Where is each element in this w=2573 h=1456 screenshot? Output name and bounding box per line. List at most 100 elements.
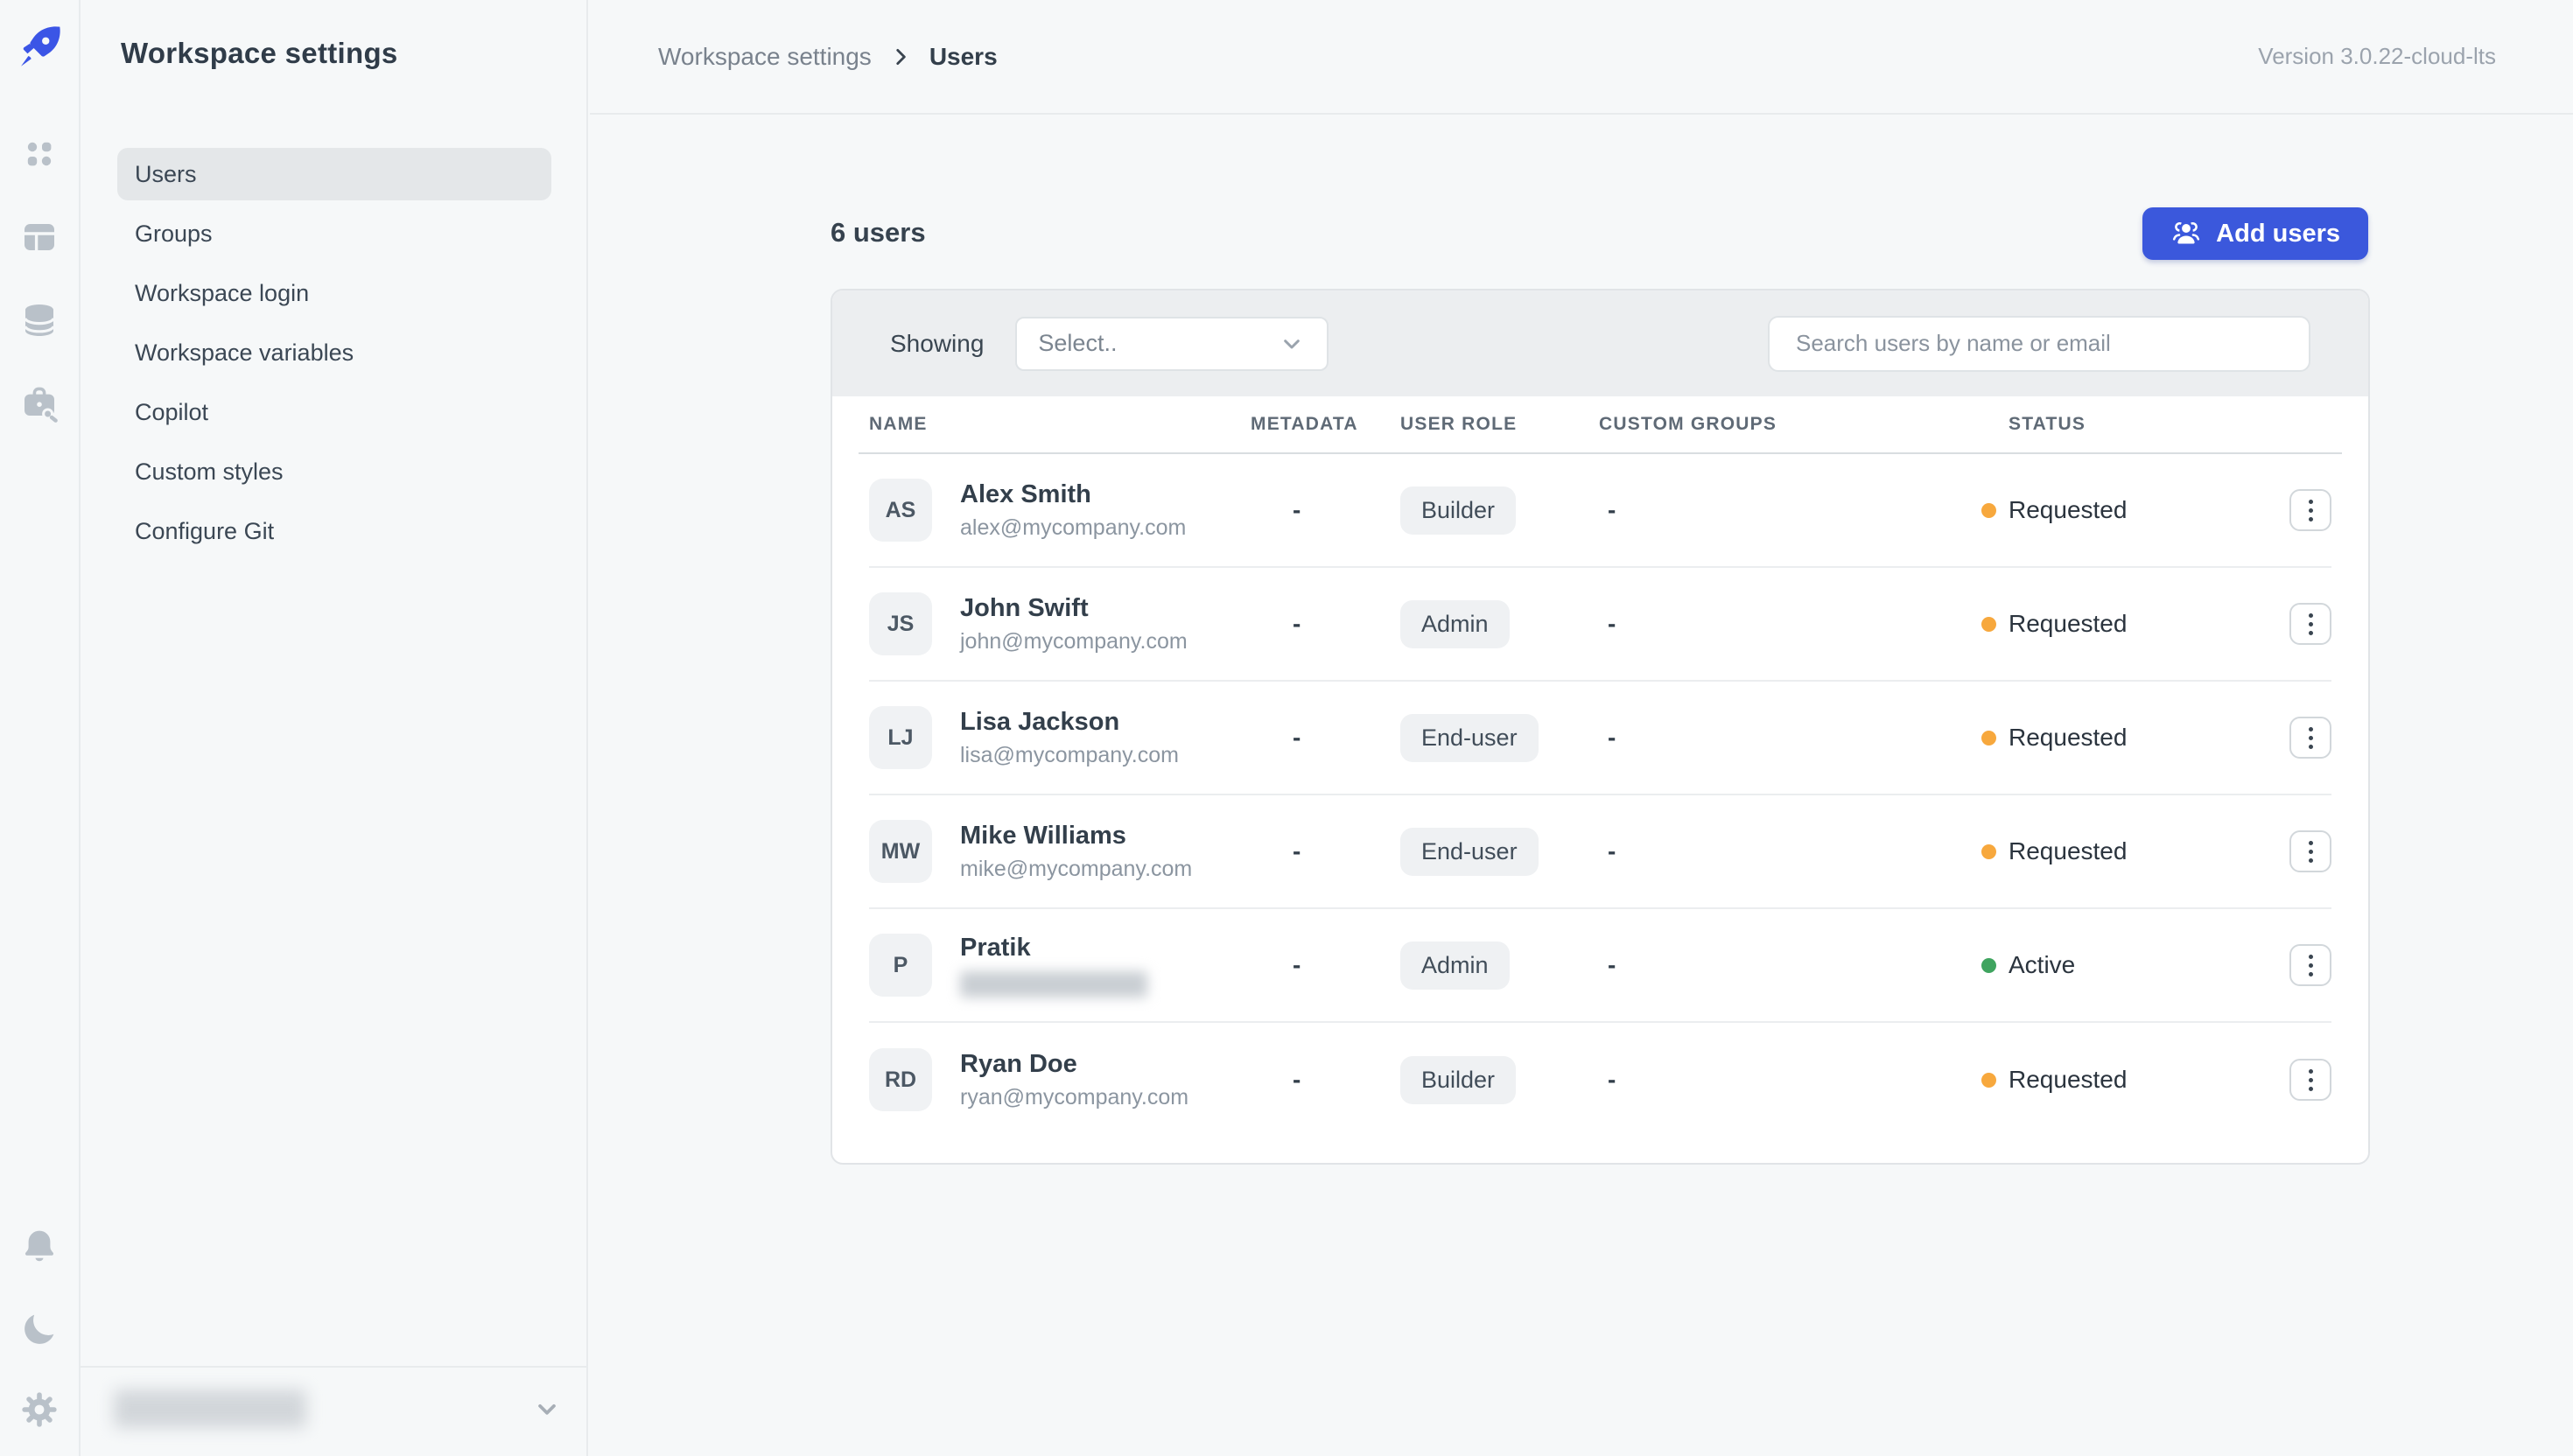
sidebar-item-workspace-variables[interactable]: Workspace variables bbox=[117, 326, 551, 379]
chevron-down-icon bbox=[538, 1404, 556, 1415]
avatar: P bbox=[869, 934, 932, 997]
metadata-value: - bbox=[1293, 951, 1301, 978]
table-row: RD Ryan Doe ryan@mycompany.com - Builder… bbox=[869, 1023, 2331, 1137]
breadcrumb: Workspace settings Users bbox=[658, 0, 998, 113]
user-email: ryan@mycompany.com bbox=[960, 1084, 1189, 1110]
search-users-input[interactable] bbox=[1768, 315, 2310, 372]
avatar: AS bbox=[869, 479, 932, 542]
role-badge: End-user bbox=[1400, 713, 1539, 762]
status-badge: Requested bbox=[1981, 837, 2289, 865]
row-menu-kebab-button[interactable] bbox=[2289, 944, 2331, 986]
user-name: Alex Smith bbox=[960, 480, 1091, 508]
row-menu-kebab-button[interactable] bbox=[2289, 830, 2331, 872]
apps-grid-icon[interactable] bbox=[18, 133, 60, 175]
status-label: Requested bbox=[2009, 724, 2128, 751]
custom-groups-value: - bbox=[1608, 1066, 1616, 1093]
table-row: JS John Swift john@mycompany.com - Admin… bbox=[869, 568, 2331, 682]
user-cell: MW Mike Williams mike@mycompany.com bbox=[869, 820, 1251, 883]
sidebar-item-users[interactable]: Users bbox=[117, 148, 551, 200]
datasources-icon[interactable] bbox=[18, 299, 60, 341]
sidebar-item-configure-git[interactable]: Configure Git bbox=[117, 505, 551, 557]
dark-mode-moon-icon[interactable] bbox=[18, 1308, 60, 1350]
settings-gear-icon[interactable] bbox=[18, 1389, 60, 1431]
layout-icon[interactable] bbox=[18, 216, 60, 258]
custom-groups-value: - bbox=[1608, 496, 1616, 523]
role-badge: Admin bbox=[1400, 599, 1510, 648]
settings-sidebar: Workspace settings Users Groups Workspac… bbox=[81, 0, 588, 1456]
user-name: Mike Williams bbox=[960, 821, 1126, 850]
custom-groups-value: - bbox=[1608, 837, 1616, 864]
row-menu-kebab-button[interactable] bbox=[2289, 603, 2331, 645]
sidebar-item-workspace-login[interactable]: Workspace login bbox=[117, 267, 551, 319]
status-badge: Requested bbox=[1981, 1066, 2289, 1094]
user-email: mike@mycompany.com bbox=[960, 856, 1193, 881]
user-name: Pratik bbox=[960, 933, 1031, 962]
metadata-value: - bbox=[1293, 837, 1301, 864]
status-label: Active bbox=[2009, 951, 2076, 978]
notifications-bell-icon[interactable] bbox=[18, 1226, 60, 1268]
user-count: 6 users bbox=[831, 217, 926, 248]
user-email: john@mycompany.com bbox=[960, 628, 1188, 654]
breadcrumb-current: Users bbox=[929, 42, 998, 70]
showing-label: Showing bbox=[890, 329, 985, 357]
table-row: LJ Lisa Jackson lisa@mycompany.com - End… bbox=[869, 682, 2331, 795]
account-expander[interactable] bbox=[114, 1384, 564, 1433]
custom-groups-value: - bbox=[1608, 610, 1616, 637]
column-status: STATUS bbox=[2009, 414, 2086, 434]
metadata-value: - bbox=[1293, 496, 1301, 523]
breadcrumb-parent[interactable]: Workspace settings bbox=[658, 43, 872, 71]
user-cell: RD Ryan Doe ryan@mycompany.com bbox=[869, 1048, 1251, 1111]
column-custom-groups: CUSTOM GROUPS bbox=[1599, 414, 1777, 434]
status-label: Requested bbox=[2009, 496, 2128, 523]
redacted-email bbox=[960, 970, 1147, 998]
sidebar-title: Workspace settings bbox=[121, 37, 398, 69]
metadata-value: - bbox=[1293, 724, 1301, 751]
icon-rail bbox=[0, 0, 81, 1456]
table-header: NAME METADATA USER ROLE CUSTOM GROUPS ST… bbox=[859, 396, 2342, 454]
column-name: NAME bbox=[869, 414, 928, 434]
row-menu-kebab-button[interactable] bbox=[2289, 1059, 2331, 1101]
table-row: MW Mike Williams mike@mycompany.com - En… bbox=[869, 795, 2331, 909]
status-badge: Requested bbox=[1981, 610, 2289, 638]
row-menu-kebab-button[interactable] bbox=[2289, 489, 2331, 531]
status-dot-icon bbox=[1981, 502, 1996, 518]
status-label: Requested bbox=[2009, 610, 2128, 637]
role-badge: Builder bbox=[1400, 486, 1517, 535]
status-label: Requested bbox=[2009, 837, 2128, 864]
column-metadata: METADATA bbox=[1251, 414, 1358, 434]
chevron-right-icon bbox=[889, 46, 912, 68]
users-table-card: Showing Select.. NAME METADATA USER ROLE… bbox=[831, 289, 2370, 1165]
top-bar: Workspace settings Users Version 3.0.22-… bbox=[590, 0, 2573, 115]
status-dot-icon bbox=[1981, 1072, 1996, 1088]
status-dot-icon bbox=[1981, 616, 1996, 632]
row-menu-kebab-button[interactable] bbox=[2289, 717, 2331, 759]
group-users-icon bbox=[2173, 222, 2200, 244]
role-badge: Admin bbox=[1400, 941, 1510, 990]
main-content: Workspace settings Users Version 3.0.22-… bbox=[590, 0, 2573, 1456]
custom-groups-value: - bbox=[1608, 951, 1616, 978]
avatar: LJ bbox=[869, 706, 932, 769]
user-cell: AS Alex Smith alex@mycompany.com bbox=[869, 479, 1251, 542]
add-users-button[interactable]: Add users bbox=[2142, 207, 2368, 260]
sidebar-footer-divider bbox=[81, 1366, 586, 1368]
table-row: P Pratik - Admin - Active bbox=[869, 909, 2331, 1023]
user-cell: P Pratik bbox=[869, 934, 1251, 998]
redacted-account-name bbox=[114, 1390, 306, 1428]
sidebar-item-copilot[interactable]: Copilot bbox=[117, 386, 551, 438]
sidebar-item-groups[interactable]: Groups bbox=[117, 207, 551, 260]
role-badge: Builder bbox=[1400, 1055, 1517, 1104]
avatar: RD bbox=[869, 1048, 932, 1111]
status-label: Requested bbox=[2009, 1066, 2128, 1093]
showing-select[interactable]: Select.. bbox=[1015, 316, 1329, 371]
rocket-logo-icon[interactable] bbox=[15, 23, 64, 72]
sidebar-item-custom-styles[interactable]: Custom styles bbox=[117, 445, 551, 498]
user-email: alex@mycompany.com bbox=[960, 514, 1187, 540]
user-name: John Swift bbox=[960, 593, 1089, 622]
package-icon[interactable] bbox=[18, 382, 60, 424]
user-email: lisa@mycompany.com bbox=[960, 742, 1179, 767]
user-name: Lisa Jackson bbox=[960, 707, 1120, 736]
user-cell: LJ Lisa Jackson lisa@mycompany.com bbox=[869, 706, 1251, 769]
status-badge: Requested bbox=[1981, 724, 2289, 752]
status-dot-icon bbox=[1981, 730, 1996, 746]
status-badge: Active bbox=[1981, 951, 2289, 979]
